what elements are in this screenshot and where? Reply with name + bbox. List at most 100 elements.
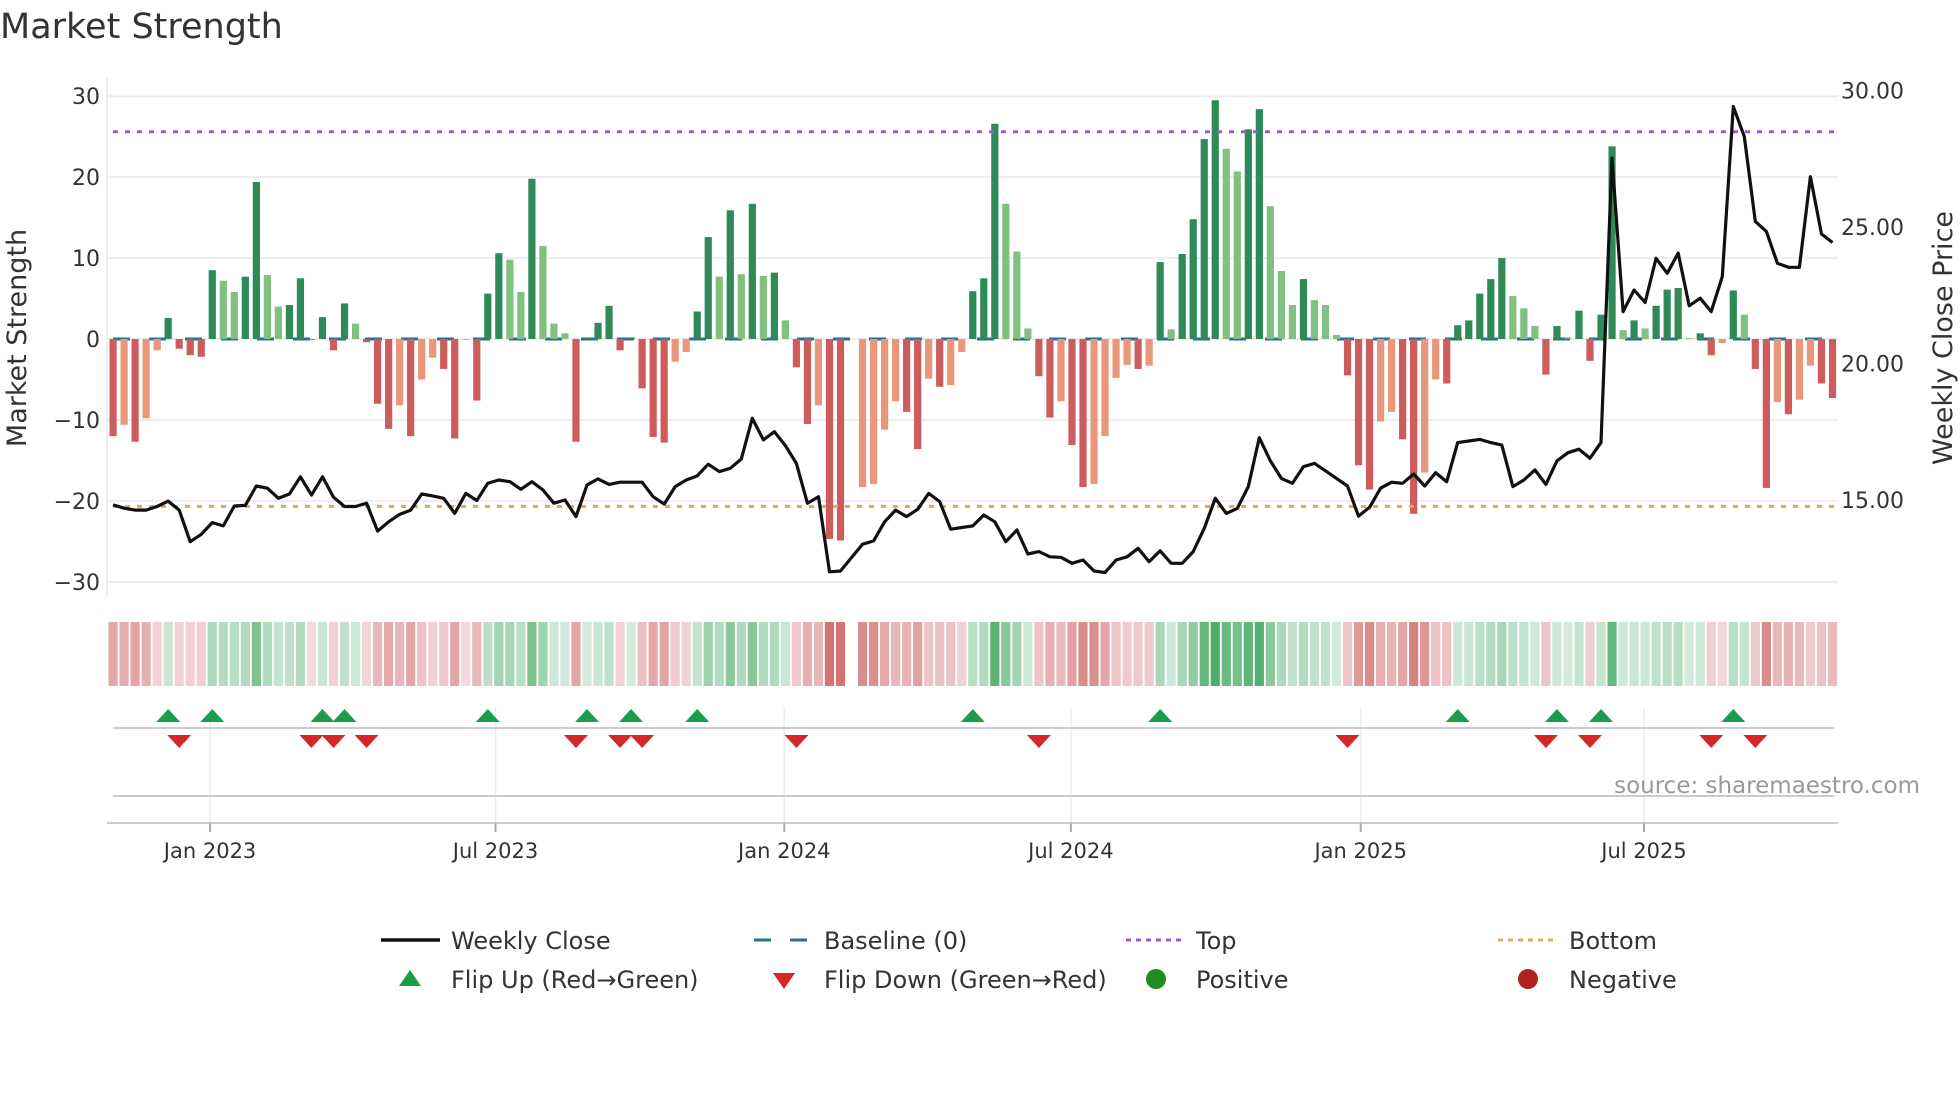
strip-cell [516,622,526,686]
strength-bar [550,323,558,339]
y-axis-title: Market Strength [2,229,33,447]
strength-bar [1189,219,1197,339]
strength-bar [1421,339,1429,473]
strength-bar [120,339,128,425]
strength-bar [991,123,999,339]
strength-bars [109,100,1837,541]
strength-bar [1476,293,1484,339]
strength-bar [781,320,790,339]
x-tick-label: Jan 2023 [162,839,257,863]
strip-cell [813,622,824,686]
legend-item-weekly-close[interactable]: Weekly Close [381,927,611,955]
y2-tick-label: 20.00 [1841,352,1904,377]
flip-up-marker [200,709,225,722]
strength-bar [660,339,668,443]
legend-item-negative[interactable]: Negative [1518,966,1677,994]
strip-cell [1375,622,1386,686]
strength-bar [1806,339,1815,366]
strip-cell [1012,622,1022,686]
y-tick-label: 20 [72,166,100,191]
strip-cell [736,622,746,686]
strip-cell [229,622,239,686]
strip-cell [306,622,317,686]
legend-item-flip-down[interactable]: Flip Down (Green→Red) [773,966,1107,994]
strength-bar [1134,339,1142,369]
strip-cell [1089,622,1099,686]
triangle-down-icon [773,973,795,989]
strength-bar [903,339,911,412]
strength-bar [1795,339,1804,400]
strip-cell [1353,622,1364,686]
legend-item-baseline[interactable]: Baseline (0) [754,927,967,955]
strength-bar [1751,339,1759,369]
strength-heat-strip [108,622,1838,686]
strength-bar [969,291,977,339]
strip-cell [582,622,592,686]
strip-cell [824,622,835,686]
legend: Weekly Close Baseline (0) Top Bottom Fli… [381,927,1677,994]
triangle-up-icon [399,970,421,986]
strength-bar [1112,339,1120,378]
strength-bar [1564,338,1572,339]
flip-up-marker [310,709,335,722]
strip-cell [273,622,283,686]
axes: 30 20 10 0 −10 −20 −30 30.00 25.00 20.00 15.00 Jan … [54,79,1904,863]
strength-bar [329,339,338,351]
strip-cell [1475,622,1485,686]
strip-cell [461,622,471,686]
strength-bar [1024,328,1032,339]
y-tick-label: 0 [86,328,100,353]
strength-bar [1454,325,1462,339]
strength-bar [285,305,294,339]
strength-bar [1156,262,1164,339]
strength-bar [759,275,767,339]
strength-bar [936,339,944,387]
flip-down-marker [299,735,324,748]
strip-cell [1199,622,1209,686]
strip-cell [350,622,361,686]
y2-tick-label: 25.00 [1841,216,1904,241]
legend-item-positive[interactable]: Positive [1146,966,1289,994]
strip-cell [1684,622,1694,686]
strength-bar [1663,289,1671,339]
strength-bar [649,339,657,437]
legend-item-bottom[interactable]: Bottom [1498,927,1657,955]
strength-bar [1575,310,1583,339]
strip-cell [1563,622,1573,686]
strength-bar [1310,300,1319,339]
strip-cell [1243,622,1253,686]
strip-cell [549,622,559,686]
strength-bar [318,317,327,339]
strip-cell [1287,622,1298,686]
circle-icon [1146,969,1166,989]
strength-bar [517,292,525,339]
strength-bar [1167,329,1175,339]
strip-cell [626,622,636,686]
y-tick-label: −30 [54,571,100,596]
strength-bar [1178,254,1186,339]
strip-cell [1783,622,1794,686]
strip-cell [1585,622,1595,686]
strip-cell [913,622,923,686]
strip-cell [1001,622,1011,686]
strip-cell [659,622,669,686]
flip-down-marker [1699,735,1724,748]
strip-cell [494,622,504,686]
strength-bar [1674,288,1682,339]
strength-bar [252,181,260,339]
strength-bar [1740,314,1748,339]
strength-bar [1200,139,1208,339]
strength-bar [1365,339,1374,490]
legend-item-flip-up[interactable]: Flip Up (Red→Green) [399,966,699,994]
strip-cell [1320,622,1331,686]
flip-down-marker [1743,735,1768,748]
strip-cell [1067,622,1077,686]
flip-down-marker [167,735,192,748]
strip-cell [207,622,217,686]
strength-bar [1619,330,1627,339]
flip-up-marker [1148,709,1173,722]
y-tick-label: −10 [54,409,100,434]
strip-cell [130,622,140,686]
legend-item-top[interactable]: Top [1126,927,1237,955]
strip-cell [1717,622,1727,686]
